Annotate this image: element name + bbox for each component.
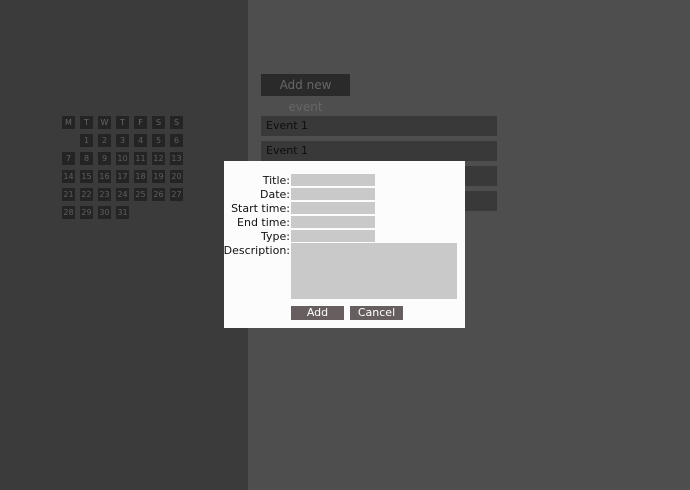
date-row: Date: bbox=[224, 188, 465, 201]
weekday-header: S bbox=[170, 116, 183, 129]
title-input[interactable] bbox=[291, 174, 375, 186]
calendar-day[interactable]: 30 bbox=[98, 206, 111, 219]
calendar-day[interactable]: 12 bbox=[152, 152, 165, 165]
calendar-day[interactable]: 18 bbox=[134, 170, 147, 183]
event-list-item[interactable]: Event 1 bbox=[261, 116, 497, 136]
title-label: Title: bbox=[262, 174, 290, 187]
type-label: Type: bbox=[261, 230, 290, 243]
calendar-day[interactable]: 1 bbox=[80, 134, 93, 147]
month-calendar: M T W T F S S 1 2 3 4 5 6 7 8 9 10 11 12 13 14 15 16 17 18 19 20 21… bbox=[62, 116, 183, 219]
weekday-header: M bbox=[62, 116, 75, 129]
start-time-input[interactable] bbox=[291, 202, 375, 214]
end-time-row: End time: bbox=[224, 216, 465, 229]
calendar-day[interactable]: 29 bbox=[80, 206, 93, 219]
calendar-day[interactable]: 21 bbox=[62, 188, 75, 201]
calendar-day[interactable]: 26 bbox=[152, 188, 165, 201]
weekday-header: S bbox=[152, 116, 165, 129]
calendar-day[interactable]: 4 bbox=[134, 134, 147, 147]
calendar-day[interactable]: 6 bbox=[170, 134, 183, 147]
calendar-day[interactable]: 28 bbox=[62, 206, 75, 219]
start-time-label: Start time: bbox=[231, 202, 290, 215]
calendar-day[interactable]: 20 bbox=[170, 170, 183, 183]
add-button[interactable]: Add bbox=[291, 306, 344, 320]
date-input[interactable] bbox=[291, 188, 375, 200]
weekday-header: F bbox=[134, 116, 147, 129]
calendar-day[interactable]: 25 bbox=[134, 188, 147, 201]
calendar-day[interactable]: 23 bbox=[98, 188, 111, 201]
date-label: Date: bbox=[260, 188, 290, 201]
calendar-day[interactable]: 7 bbox=[62, 152, 75, 165]
calendar-day[interactable]: 8 bbox=[80, 152, 93, 165]
end-time-label: End time: bbox=[237, 216, 290, 229]
calendar-day[interactable]: 9 bbox=[98, 152, 111, 165]
type-row: Type: bbox=[224, 230, 465, 243]
calendar-day[interactable]: 11 bbox=[134, 152, 147, 165]
calendar-blank-cell bbox=[62, 134, 75, 147]
cancel-button[interactable]: Cancel bbox=[350, 306, 403, 320]
calendar-day[interactable]: 22 bbox=[80, 188, 93, 201]
add-new-event-button[interactable]: Add new event bbox=[261, 74, 350, 114]
calendar-day[interactable]: 5 bbox=[152, 134, 165, 147]
weekday-header: T bbox=[116, 116, 129, 129]
calendar-day[interactable]: 19 bbox=[152, 170, 165, 183]
weekday-header: T bbox=[80, 116, 93, 129]
type-input[interactable] bbox=[291, 230, 375, 242]
calendar-day[interactable]: 27 bbox=[170, 188, 183, 201]
add-event-dialog: Title: Date: Start time: End time: Type:… bbox=[224, 161, 465, 328]
calendar-day[interactable]: 17 bbox=[116, 170, 129, 183]
calendar-day[interactable]: 16 bbox=[98, 170, 111, 183]
calendar-day[interactable]: 15 bbox=[80, 170, 93, 183]
calendar-day[interactable]: 31 bbox=[116, 206, 129, 219]
calendar-day[interactable]: 2 bbox=[98, 134, 111, 147]
calendar-day[interactable]: 3 bbox=[116, 134, 129, 147]
calendar-day[interactable]: 24 bbox=[116, 188, 129, 201]
description-textarea[interactable] bbox=[291, 243, 457, 299]
weekday-header: W bbox=[98, 116, 111, 129]
start-time-row: Start time: bbox=[224, 202, 465, 215]
title-row: Title: bbox=[224, 174, 465, 187]
end-time-input[interactable] bbox=[291, 216, 375, 228]
calendar-day[interactable]: 13 bbox=[170, 152, 183, 165]
calendar-pane: M T W T F S S 1 2 3 4 5 6 7 8 9 10 11 12 13 14 15 16 17 18 19 20 21… bbox=[0, 0, 248, 490]
calendar-day[interactable]: 10 bbox=[116, 152, 129, 165]
event-list-item[interactable]: Event 1 bbox=[261, 141, 497, 161]
calendar-day[interactable]: 14 bbox=[62, 170, 75, 183]
description-label: Description: bbox=[223, 244, 290, 257]
